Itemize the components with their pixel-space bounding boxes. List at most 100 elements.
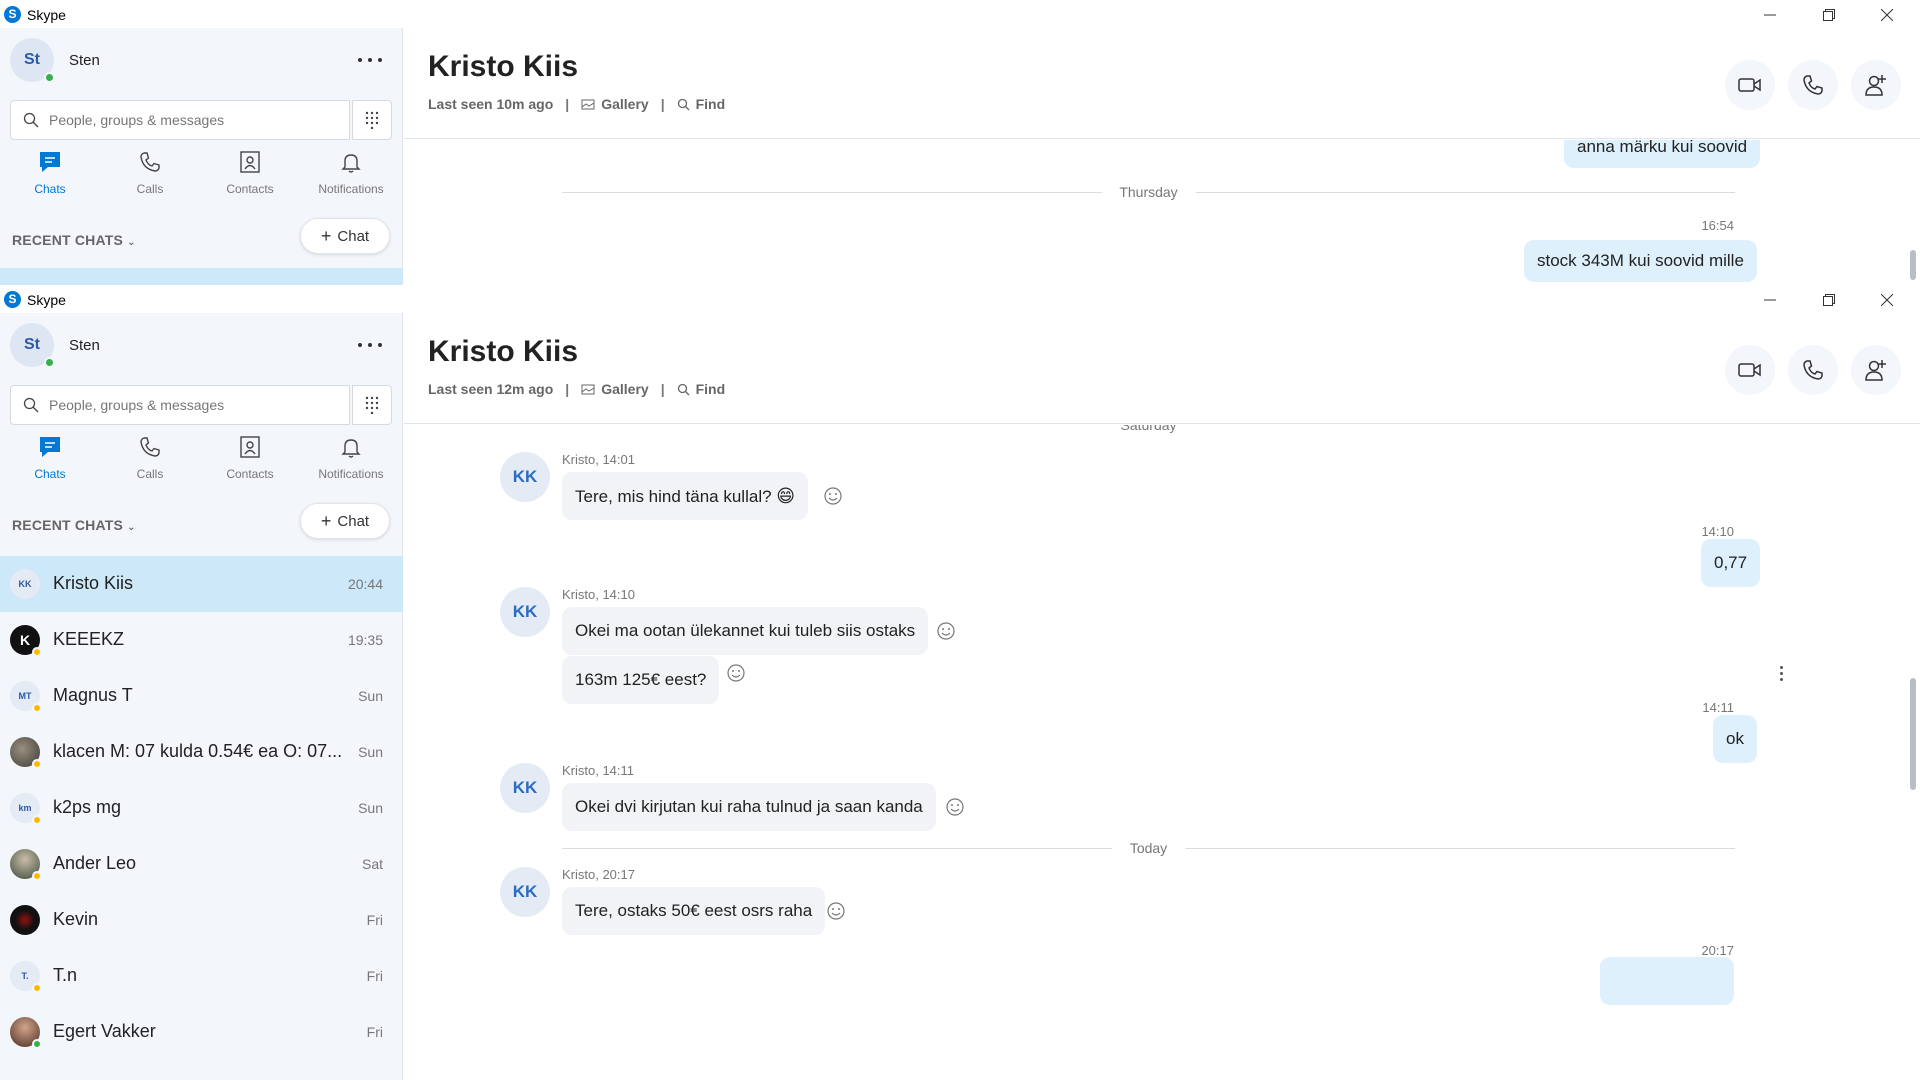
plus-icon: + — [320, 510, 332, 531]
gallery-link[interactable]: Gallery — [581, 381, 649, 397]
gallery-icon — [581, 99, 595, 110]
list-item[interactable]: K KEEEKZ 19:35 — [0, 612, 403, 668]
chat-name: Ander Leo — [53, 853, 137, 873]
message-timestamp: 14:11 — [1702, 700, 1734, 715]
away-status-dot — [32, 983, 42, 993]
tab-contacts[interactable]: Contacts — [210, 435, 290, 481]
add-people-button[interactable] — [1851, 60, 1901, 110]
close-button[interactable] — [1867, 2, 1907, 28]
tab-contacts[interactable]: Contacts — [210, 150, 290, 196]
add-reaction-icon[interactable] — [726, 663, 746, 683]
conversation-pane: Kristo Kiis Last seen 12m ago | Gallery … — [404, 313, 1920, 1080]
add-reaction-icon[interactable] — [823, 486, 843, 506]
chat-time: 19:35 — [347, 632, 383, 648]
away-status-dot — [32, 703, 42, 713]
add-people-button[interactable] — [1851, 345, 1901, 395]
day-separator: Thursday — [562, 182, 1735, 202]
add-reaction-icon[interactable] — [945, 797, 965, 817]
search-input[interactable]: People, groups & messages — [10, 100, 350, 140]
minimize-button[interactable] — [1750, 287, 1790, 313]
list-item[interactable]: KK Kristo Kiis 20:44 — [0, 556, 403, 612]
search-icon — [23, 112, 39, 128]
recent-chats-header[interactable]: RECENT CHATS ⌄ — [12, 517, 136, 533]
message-bubble-outgoing[interactable]: anna märku kui soovid — [1564, 140, 1761, 168]
close-button[interactable] — [1867, 287, 1907, 313]
tab-notifications[interactable]: Notifications — [311, 150, 391, 196]
audio-call-button[interactable] — [1788, 345, 1838, 395]
gallery-link[interactable]: Gallery — [581, 96, 649, 112]
list-item[interactable]: km k2ps mg Sun — [0, 780, 403, 836]
chat-name: Kristo Kiis — [53, 573, 134, 593]
tab-calls[interactable]: Calls — [110, 435, 190, 481]
new-chat-button[interactable]: + Chat — [300, 218, 390, 254]
find-link[interactable]: Find — [677, 381, 725, 397]
add-reaction-icon[interactable] — [826, 901, 846, 921]
recent-chats-header[interactable]: RECENT CHATS ⌄ — [12, 232, 136, 248]
chat-time: Sun — [358, 800, 383, 816]
message-bubble-outgoing[interactable]: stock 343M kui soovid mille — [1524, 240, 1757, 282]
restore-button[interactable] — [1809, 2, 1849, 28]
list-item[interactable]: T. T.n Fri — [0, 948, 403, 1004]
list-item[interactable]: klacen M: 07 kulda 0.54€ ea O: 07... Sun — [0, 724, 403, 780]
last-seen: Last seen 12m ago — [428, 381, 554, 397]
message-bubble-outgoing[interactable]: ok — [1713, 715, 1757, 763]
scrollbar-thumb[interactable] — [1910, 250, 1916, 280]
conversation-title[interactable]: Kristo Kiis — [428, 50, 578, 84]
avatar[interactable]: St — [10, 323, 55, 368]
tab-notifications[interactable]: Notifications — [311, 435, 391, 481]
more-options-button[interactable] — [355, 50, 385, 70]
list-item[interactable]: Ander Leo Sat — [0, 836, 403, 892]
list-item[interactable]: Egert Vakker Fri — [0, 1004, 403, 1060]
video-camera-icon — [1738, 363, 1761, 377]
chat-time: Sat — [361, 856, 383, 872]
profile[interactable]: St Sten — [10, 38, 100, 83]
message-bubble-incoming[interactable]: Tere, ostaks 50€ eest osrs raha — [562, 887, 826, 935]
tab-chats[interactable]: Chats — [10, 150, 90, 196]
conversation-subtitle: Last seen 12m ago | Gallery | Find — [428, 381, 726, 397]
message-timestamp: 16:54 — [1701, 218, 1734, 233]
message-bubble-incoming[interactable]: Okei ma ootan ülekannet kui tuleb siis o… — [562, 607, 929, 655]
list-item[interactable]: MT Magnus T Sun — [0, 668, 403, 724]
dialpad-button[interactable] — [352, 100, 392, 140]
avatar[interactable]: KK — [500, 867, 550, 917]
avatar[interactable]: St — [10, 38, 55, 83]
scrollbar-thumb[interactable] — [1910, 678, 1916, 790]
avatar[interactable]: KK — [500, 587, 550, 637]
audio-call-button[interactable] — [1788, 60, 1838, 110]
new-chat-button[interactable]: + Chat — [300, 503, 390, 539]
tab-calls[interactable]: Calls — [110, 150, 190, 196]
tab-chats[interactable]: Chats — [10, 435, 90, 481]
restore-button[interactable] — [1809, 287, 1849, 313]
avatar — [10, 905, 40, 935]
avatar[interactable]: KK — [500, 763, 550, 813]
message-bubble-outgoing[interactable]: 0,77 — [1701, 539, 1761, 587]
avatar[interactable]: KK — [500, 452, 550, 502]
dialpad-icon — [365, 396, 379, 414]
list-item[interactable]: Kevin Fri — [0, 892, 403, 948]
dialpad-button[interactable] — [352, 385, 392, 425]
conversation-title[interactable]: Kristo Kiis — [428, 335, 578, 369]
search-input[interactable]: People, groups & messages — [10, 385, 350, 425]
conversation-pane: Kristo Kiis Last seen 10m ago | Gallery … — [404, 28, 1920, 285]
message-bubble-incoming[interactable]: 163m 125€ eest? — [562, 656, 720, 704]
video-call-button[interactable] — [1725, 345, 1775, 395]
add-reaction-icon[interactable] — [936, 621, 956, 641]
chat-time: Fri — [366, 968, 383, 984]
phone-icon — [140, 152, 160, 172]
profile[interactable]: St Sten — [10, 323, 100, 368]
message-sender: Kristo, 14:01 — [562, 452, 635, 467]
message-options-icon[interactable] — [1780, 666, 1784, 684]
skype-logo-icon: S — [4, 291, 21, 308]
more-options-button[interactable] — [355, 335, 385, 355]
minimize-button[interactable] — [1750, 2, 1790, 28]
message-bubble-incoming[interactable]: Tere, mis hind täna kullal? 😄 — [562, 472, 809, 520]
plus-icon: + — [320, 225, 332, 246]
sidebar: St Sten People, groups & messages Chats … — [0, 28, 403, 285]
away-status-dot — [32, 871, 42, 881]
avatar — [10, 1017, 42, 1049]
video-call-button[interactable] — [1725, 60, 1775, 110]
grinning-emoji: 😄 — [776, 486, 796, 506]
message-bubble-incoming[interactable]: Okei dvi kirjutan kui raha tulnud ja saa… — [562, 783, 936, 831]
find-link[interactable]: Find — [677, 96, 725, 112]
message-bubble-outgoing[interactable] — [1600, 957, 1734, 1005]
